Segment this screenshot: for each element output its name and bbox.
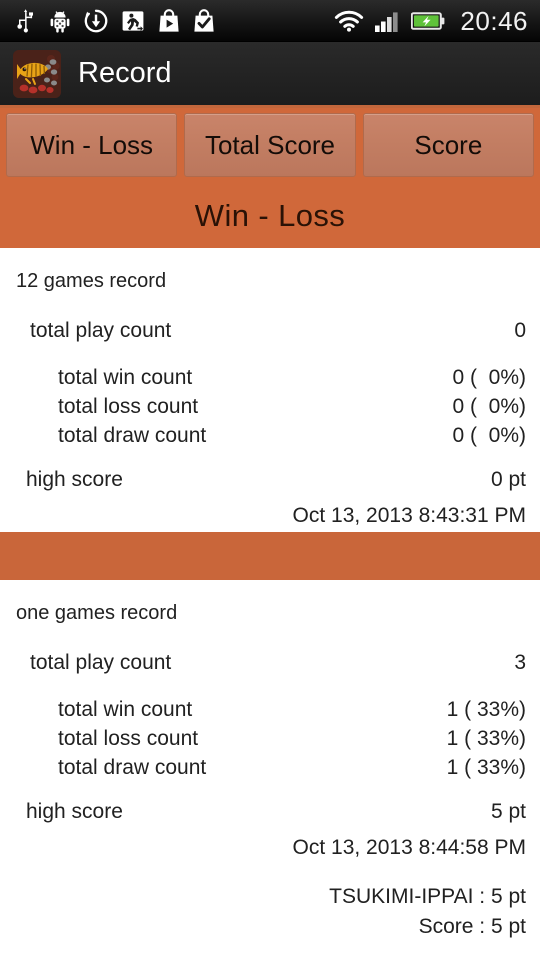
row-label: total win count	[58, 697, 193, 721]
row-label: total loss count	[58, 394, 199, 418]
tab-total-score[interactable]: Total Score	[184, 113, 356, 177]
row-value: 0 pt	[490, 468, 526, 491]
page-title-text: Win - Loss	[194, 198, 346, 233]
usb-icon	[17, 8, 33, 32]
row-value: 1 ( 33%)	[446, 697, 526, 721]
section-separator-band	[0, 532, 540, 580]
row-high-score: high score 0 pt	[0, 460, 540, 500]
status-bar-clock: 20:46	[460, 5, 528, 36]
row-total-win-count: total win count 0 ( 0%)	[0, 363, 540, 392]
row-high-score: high score 5 pt	[0, 792, 540, 832]
status-bar-left-icons	[14, 8, 333, 33]
row-total-loss-count: total loss count 1 ( 33%)	[0, 724, 540, 753]
running-man-icon	[122, 10, 144, 31]
row-value: 3	[514, 651, 526, 674]
record-section-all-games: 12 games record total play count 0 total…	[0, 248, 540, 532]
signal-bars-icon	[375, 11, 399, 32]
checkmark-bag-icon	[194, 8, 214, 32]
row-value: 0	[514, 319, 526, 342]
record-section-one-game: one games record total play count 3 tota…	[0, 580, 540, 942]
app-root: 20:46 Record Win - Loss Total Score Scor…	[0, 0, 540, 960]
action-bar: Record	[0, 42, 540, 108]
tab-score[interactable]: Score	[362, 113, 534, 177]
row-total-play-count: total play count 0	[0, 309, 540, 353]
row-total-play-count: total play count 3	[0, 641, 540, 685]
row-total-draw-count: total draw count 0 ( 0%)	[0, 421, 540, 450]
row-value: 0 ( 0%)	[452, 423, 526, 447]
row-value: 1 ( 33%)	[446, 726, 526, 750]
status-bar: 20:46	[0, 0, 540, 42]
download-sync-icon	[84, 9, 108, 32]
row-total-draw-count: total draw count 1 ( 33%)	[0, 753, 540, 782]
row-label: high score	[26, 800, 123, 823]
row-value: 1 ( 33%)	[446, 755, 526, 779]
high-score-timestamp: Oct 13, 2013 8:43:31 PM	[292, 504, 526, 527]
row-value: 0 ( 0%)	[452, 365, 526, 389]
status-bar-right-icons: 20:46	[333, 8, 528, 34]
content-area: 12 games record total play count 0 total…	[0, 248, 540, 942]
android-debug-icon	[50, 10, 70, 33]
play-store-icon	[159, 8, 179, 32]
row-label: total draw count	[58, 423, 207, 447]
page-title-band: Win - Loss	[0, 184, 540, 248]
section-heading: 12 games record	[16, 270, 167, 292]
row-label: high score	[26, 468, 123, 491]
row-label: total draw count	[58, 755, 207, 779]
row-total-loss-count: total loss count 0 ( 0%)	[0, 392, 540, 421]
wifi-icon	[335, 10, 364, 32]
row-label: total win count	[58, 365, 193, 389]
row-label: total loss count	[58, 726, 199, 750]
row-value: 0 ( 0%)	[452, 394, 526, 418]
tab-bar: Win - Loss Total Score Score	[0, 108, 540, 184]
battery-charging-icon	[411, 11, 445, 30]
row-label: total play count	[30, 651, 172, 674]
high-score-timestamp: Oct 13, 2013 8:44:58 PM	[292, 836, 526, 859]
detail-line: Score : 5 pt	[418, 915, 526, 938]
grilled-fish-icon	[13, 49, 61, 98]
row-value: 5 pt	[490, 800, 526, 823]
detail-line: TSUKIMI-IPPAI : 5 pt	[329, 885, 526, 908]
row-label: total play count	[30, 319, 172, 342]
section-heading: one games record	[16, 602, 178, 624]
page-title: Record	[78, 57, 172, 89]
tab-win-loss[interactable]: Win - Loss	[6, 113, 178, 177]
row-total-win-count: total win count 1 ( 33%)	[0, 695, 540, 724]
